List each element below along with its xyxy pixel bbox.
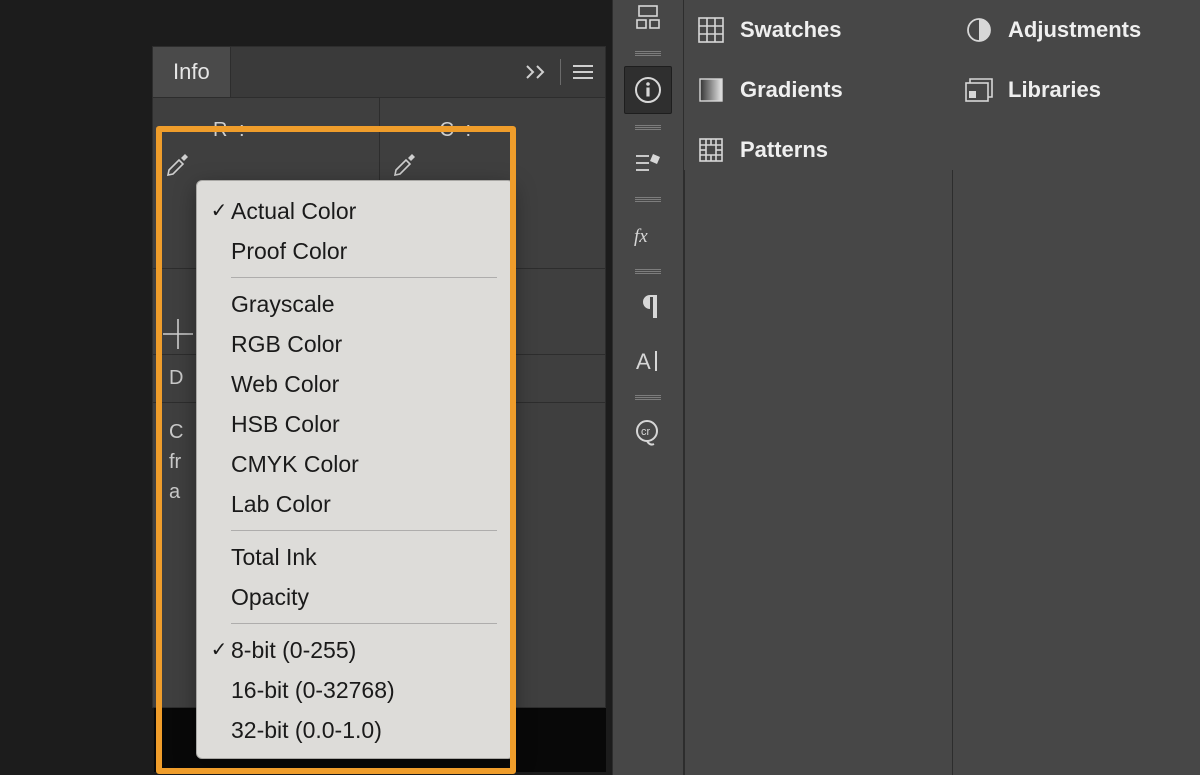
panel-column-adjustments: Adjustments Libraries [952, 0, 1200, 170]
paragraph-icon[interactable] [625, 284, 671, 330]
menu-item-label: 32-bit (0.0-1.0) [231, 716, 382, 744]
menu-item-label: HSB Color [231, 410, 340, 438]
menu-item-8bit[interactable]: ✓ 8-bit (0-255) [197, 630, 513, 670]
character-icon[interactable]: A [625, 338, 671, 384]
info-icon[interactable] [624, 66, 672, 114]
menu-item-label: Web Color [231, 370, 339, 398]
panel-item-label: Swatches [740, 17, 842, 43]
svg-text:cr: cr [641, 426, 651, 438]
adjustments-icon [964, 15, 994, 45]
menu-item-label: Proof Color [231, 237, 347, 265]
swatches-icon [696, 15, 726, 45]
panel-item-label: Gradients [740, 77, 843, 103]
menu-item-label: Grayscale [231, 290, 335, 318]
menu-item-total-ink[interactable]: Total Ink [197, 537, 513, 577]
eyedropper-icon[interactable] [163, 146, 193, 176]
color-readout-mode-menu: ✓ Actual Color Proof Color Grayscale RGB… [196, 180, 514, 759]
tab-info[interactable]: Info [153, 47, 231, 97]
panel-item-patterns[interactable]: Patterns [684, 120, 952, 180]
panel-menu-button[interactable] [561, 47, 605, 97]
collapsed-panel-iconbar: fx A cr [612, 0, 684, 775]
panel-item-label: Libraries [1008, 77, 1101, 103]
menu-item-label: Actual Color [231, 197, 356, 225]
rgb-R-label: R : [213, 116, 248, 144]
properties-icon[interactable] [625, 140, 671, 186]
doc-size-label: D [169, 367, 183, 389]
arrange-icon[interactable] [625, 0, 671, 40]
panel-item-gradients[interactable]: Gradients [684, 60, 952, 120]
menu-separator [231, 277, 497, 278]
check-icon: ✓ [207, 636, 231, 664]
info-panel-tabbar: Info [153, 47, 605, 98]
panel-item-adjustments[interactable]: Adjustments [952, 0, 1200, 60]
menu-item-opacity[interactable]: Opacity [197, 577, 513, 617]
panel-item-libraries[interactable]: Libraries [952, 60, 1200, 120]
panel-item-swatches[interactable]: Swatches [684, 0, 952, 60]
menu-item-hsb-color[interactable]: HSB Color [197, 404, 513, 444]
menu-item-label: CMYK Color [231, 450, 359, 478]
menu-item-cmyk-color[interactable]: CMYK Color [197, 444, 513, 484]
menu-item-proof-color[interactable]: Proof Color [197, 231, 513, 271]
panel-column-swatches: Swatches Gradients Patterns [684, 0, 953, 170]
eyedropper-icon[interactable] [390, 146, 420, 176]
menu-separator [231, 623, 497, 624]
tab-label: Info [173, 59, 210, 85]
menu-item-web-color[interactable]: Web Color [197, 364, 513, 404]
styles-fx-icon[interactable]: fx [625, 212, 671, 258]
menu-item-grayscale[interactable]: Grayscale [197, 284, 513, 324]
menu-item-label: 16-bit (0-32768) [231, 676, 395, 704]
check-icon: ✓ [207, 197, 231, 225]
menu-item-rgb-color[interactable]: RGB Color [197, 324, 513, 364]
patterns-icon [696, 135, 726, 165]
svg-text:A: A [636, 349, 651, 374]
menu-item-label: 8-bit (0-255) [231, 636, 356, 664]
cc-libraries-icon[interactable]: cr [625, 410, 671, 456]
gradients-icon [696, 75, 726, 105]
menu-item-label: RGB Color [231, 330, 342, 358]
menu-item-label: Total Ink [231, 543, 317, 571]
libraries-icon [964, 75, 994, 105]
collapse-button[interactable] [516, 47, 560, 97]
panel-item-label: Adjustments [1008, 17, 1141, 43]
menu-item-label: Lab Color [231, 490, 331, 518]
panel-item-label: Patterns [740, 137, 828, 163]
menu-item-actual-color[interactable]: ✓ Actual Color [197, 191, 513, 231]
menu-item-16bit[interactable]: 16-bit (0-32768) [197, 670, 513, 710]
menu-item-32bit[interactable]: 32-bit (0.0-1.0) [197, 710, 513, 750]
menu-item-label: Opacity [231, 583, 309, 611]
menu-separator [231, 530, 497, 531]
svg-text:fx: fx [634, 226, 648, 247]
crosshair-icon [163, 319, 193, 349]
cmyk-C-label: C : [440, 116, 475, 144]
menu-item-lab-color[interactable]: Lab Color [197, 484, 513, 524]
